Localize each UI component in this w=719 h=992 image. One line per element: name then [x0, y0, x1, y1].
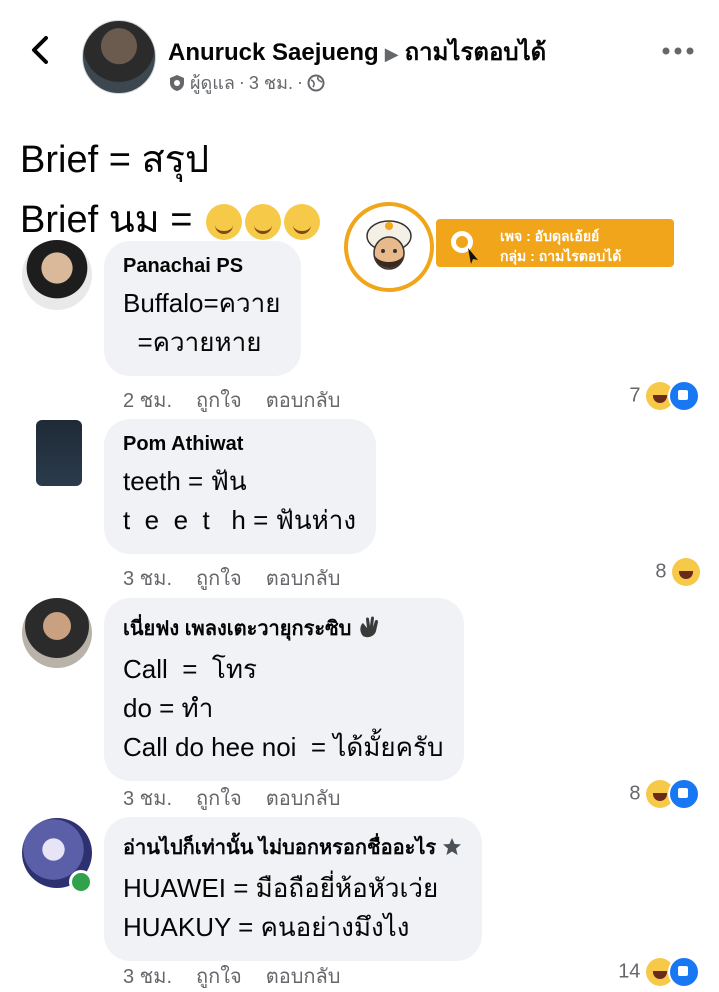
- top-fan-star-icon: [442, 838, 461, 855]
- reaction-summary[interactable]: 8: [590, 558, 700, 586]
- drooling-face-icon: [284, 203, 321, 240]
- comment-time[interactable]: 2 ชม.: [123, 390, 172, 412]
- back-arrow-icon[interactable]: [26, 30, 56, 70]
- online-status-dot: [69, 870, 93, 894]
- comment-actions: 2 ชม. ถูกใจ ตอบกลับ: [123, 384, 364, 416]
- post-meta: ผู้ดูแล · 3 ชม. ·: [168, 68, 325, 97]
- reaction-summary[interactable]: 7: [590, 380, 700, 412]
- comment-line: teeth = ฟัน: [123, 466, 247, 496]
- reply-action[interactable]: ตอบกลับ: [266, 390, 341, 412]
- comment-line: do = ทำ: [123, 693, 214, 723]
- commenter-avatar[interactable]: [22, 240, 92, 310]
- comment-line: Call do hee noi = ได้มั้ยครับ: [123, 732, 444, 762]
- comment-bubble: Panachai PS Buffalo=ควาย =ควายหาย: [104, 241, 301, 376]
- reaction-count: 8: [655, 560, 667, 583]
- reply-action[interactable]: ตอบกลับ: [266, 966, 341, 988]
- reaction-count: 7: [629, 384, 641, 407]
- comment-bubble: Pom Athiwat teeth = ฟัน t e e t h = ฟันห…: [104, 419, 377, 554]
- commenter-name-row: เนี่ยฟง เพลงเตะวายุกระซิบ: [123, 612, 444, 644]
- comment-line: HUAWEI = มือถือยี่ห้อหัวเว่ย: [123, 873, 439, 903]
- comment-time[interactable]: 3 ชม.: [123, 966, 172, 988]
- comment-line: Call = โทร: [123, 654, 257, 684]
- comment-line: =ควายหาย: [123, 327, 262, 357]
- reply-action[interactable]: ตอบกลับ: [266, 788, 341, 810]
- drooling-face-icon: [245, 203, 282, 240]
- commenter-avatar[interactable]: [22, 598, 92, 668]
- like-icon: [668, 956, 700, 988]
- commenter-name[interactable]: Pom Athiwat: [123, 433, 356, 456]
- admin-shield-icon: [170, 74, 184, 91]
- watermark-group: กลุ่ม : ถามไรตอบได้: [500, 248, 622, 264]
- post-time[interactable]: 3 ชม.: [249, 68, 293, 97]
- comment-bubble: เนี่ยฟง เพลงเตะวายุกระซิบ Call = โทร do …: [104, 598, 464, 781]
- commenter-avatar[interactable]: [36, 420, 82, 486]
- reaction-summary[interactable]: 14: [580, 956, 700, 988]
- like-icon: [668, 778, 700, 810]
- comment-actions: 3 ชม. ถูกใจ ตอบกลับ: [123, 960, 364, 992]
- watermark-page: เพจ : อับดุลเอ้ยย์: [500, 228, 600, 244]
- watermark-logo: [344, 202, 434, 292]
- comment-line: Buffalo=ควาย: [123, 288, 281, 318]
- post-line-2-row: Brief นม =: [20, 188, 321, 249]
- triangle-right-icon: ▶: [384, 44, 399, 64]
- comment-time[interactable]: 3 ชม.: [123, 568, 172, 590]
- post-line-1: Brief = สรุป: [20, 139, 210, 181]
- author-avatar[interactable]: [82, 20, 156, 94]
- comment-actions: 3 ชม. ถูกใจ ตอบกลับ: [123, 782, 364, 814]
- like-action[interactable]: ถูกใจ: [196, 390, 242, 412]
- more-options-icon[interactable]: [660, 45, 696, 57]
- commenter-name[interactable]: เนี่ยฟง เพลงเตะวายุกระซิบ: [123, 618, 351, 640]
- drooling-face-icon: [206, 203, 243, 240]
- search-icon: [451, 231, 478, 264]
- reply-action[interactable]: ตอบกลับ: [266, 568, 341, 590]
- group-name[interactable]: ถามไรตอบได้: [405, 39, 547, 66]
- reaction-count: 8: [629, 782, 641, 805]
- meta-separator: ·: [238, 72, 245, 92]
- post-author-line: Anuruck Saejueng ▶ ถามไรตอบได้: [168, 32, 546, 71]
- haha-icon: [672, 558, 700, 586]
- commenter-name[interactable]: Panachai PS: [123, 255, 281, 278]
- comment-time[interactable]: 3 ชม.: [123, 788, 172, 810]
- reaction-summary[interactable]: 8: [590, 778, 700, 810]
- commenter-name[interactable]: อ่านไปก็เท่านั้น ไม่บอกหรอกชื่ออะไร: [123, 837, 436, 859]
- like-icon: [668, 380, 700, 412]
- like-action[interactable]: ถูกใจ: [196, 966, 242, 988]
- reaction-count: 14: [618, 960, 641, 983]
- post-line-2: Brief นม =: [20, 199, 193, 241]
- turban-man-icon: [366, 220, 412, 270]
- waving-hand-icon: [360, 616, 378, 638]
- like-action[interactable]: ถูกใจ: [196, 568, 242, 590]
- commenter-name-row: อ่านไปก็เท่านั้น ไม่บอกหรอกชื่ออะไร: [123, 831, 462, 863]
- like-action[interactable]: ถูกใจ: [196, 788, 242, 810]
- globe-icon: [307, 74, 325, 91]
- author-name[interactable]: Anuruck Saejueng: [168, 39, 379, 66]
- admin-role: ผู้ดูแล: [190, 73, 235, 93]
- comment-line: t e e t h = ฟันห่าง: [123, 505, 357, 535]
- meta-separator: ·: [296, 72, 303, 92]
- comment-line: HUAKUY = คนอย่างมึงไง: [123, 912, 410, 942]
- comment-bubble: อ่านไปก็เท่านั้น ไม่บอกหรอกชื่ออะไร HUAW…: [104, 817, 482, 961]
- comment-actions: 3 ชม. ถูกใจ ตอบกลับ: [123, 562, 364, 594]
